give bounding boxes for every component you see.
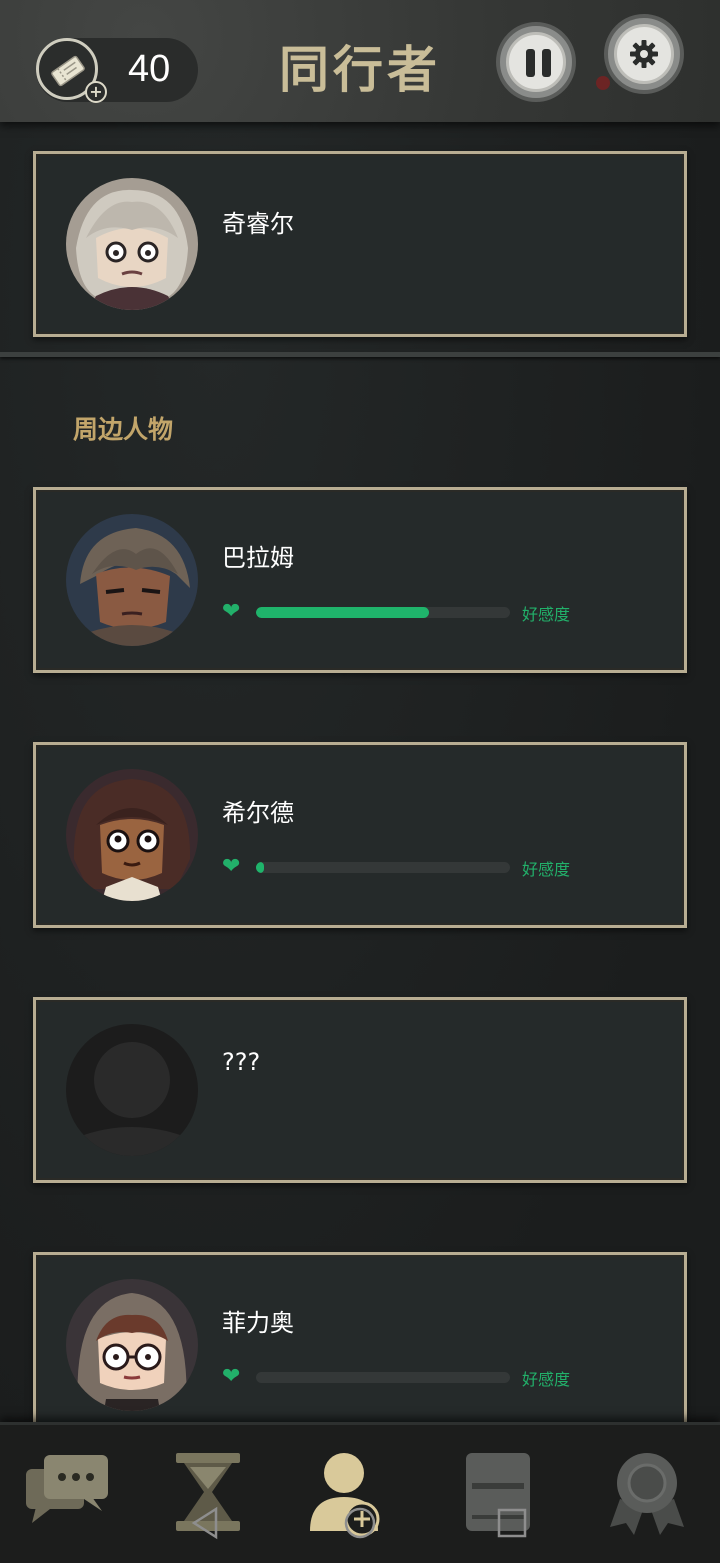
character-card[interactable]: 巴拉姆 ❤ 好感度 <box>33 487 687 673</box>
avatar <box>66 769 198 901</box>
affinity-bar <box>256 1372 510 1383</box>
heart-icon: ❤ <box>222 599 241 624</box>
system-back-icon[interactable] <box>188 1505 224 1541</box>
section-divider <box>0 352 720 357</box>
unknown-avatar-icon <box>66 1024 198 1156</box>
pause-button[interactable] <box>496 22 576 102</box>
character-name: 巴拉姆 <box>222 544 294 572</box>
heart-icon: ❤ <box>222 1364 241 1389</box>
character-card-locked[interactable]: ??? <box>33 997 687 1183</box>
character-name: 菲力奥 <box>222 1309 294 1337</box>
chat-icon[interactable] <box>22 1449 122 1539</box>
system-home-icon[interactable] <box>342 1505 378 1541</box>
character-name: ??? <box>222 1048 261 1076</box>
bottom-nav <box>0 1422 720 1563</box>
settings-button[interactable] <box>604 14 684 94</box>
affinity-bar <box>256 862 510 873</box>
affinity-label: 好感度 <box>522 605 571 624</box>
affinity-fill <box>256 607 429 618</box>
avatar <box>66 514 198 646</box>
affinity-label: 好感度 <box>522 860 571 879</box>
pause-icon <box>526 49 552 77</box>
achievements-icon[interactable] <box>604 1449 704 1539</box>
companion-card[interactable]: 奇睿尔 <box>33 151 687 337</box>
section-title: 周边人物 <box>73 415 174 444</box>
heart-icon: ❤ <box>222 854 241 879</box>
character-card[interactable]: 希尔德 ❤ 好感度 <box>33 742 687 928</box>
system-recents-icon[interactable] <box>494 1505 530 1541</box>
affinity-meter: ❤ 好感度 <box>222 599 582 625</box>
affinity-bar <box>256 607 510 618</box>
avatar <box>66 178 198 310</box>
character-card[interactable]: 菲力奥 ❤ 好感度 <box>33 1252 687 1438</box>
affinity-label: 好感度 <box>522 1370 571 1389</box>
avatar <box>66 1279 198 1411</box>
character-name: 奇睿尔 <box>222 210 294 238</box>
affinity-meter: ❤ 好感度 <box>222 1364 582 1390</box>
top-bar: + 40 同行者 <box>0 0 720 122</box>
affinity-meter: ❤ 好感度 <box>222 854 582 880</box>
affinity-fill <box>256 862 264 873</box>
notification-dot <box>596 76 610 90</box>
character-name: 希尔德 <box>222 799 294 827</box>
gear-icon <box>630 40 658 68</box>
